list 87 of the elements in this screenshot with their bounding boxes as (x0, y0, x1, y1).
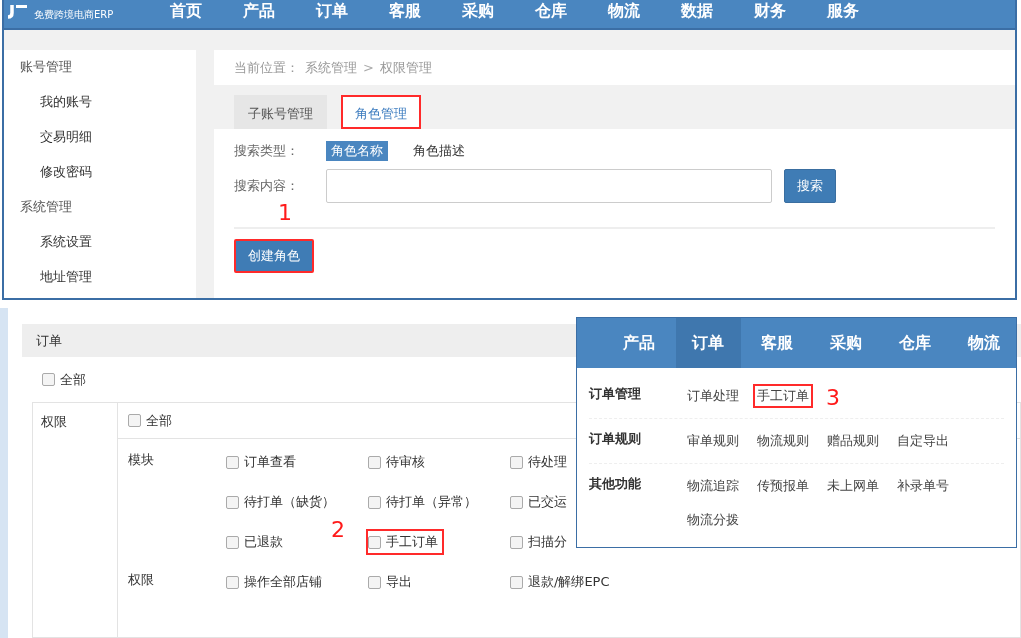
menu-link[interactable]: 物流分拨 (683, 508, 743, 532)
nav-link[interactable]: 产品 (607, 318, 672, 368)
menu-link[interactable]: 物流规则 (753, 429, 813, 453)
checkbox[interactable] (368, 535, 381, 549)
search-content-label: 搜索内容： (234, 177, 300, 195)
sidebar-item[interactable]: 交易明细 (4, 126, 196, 161)
tab[interactable]: 子账号管理 (234, 95, 327, 129)
checkbox[interactable] (128, 414, 141, 427)
sidebar-group-title[interactable]: 系统管理 (4, 196, 196, 231)
checkbox-label: 已退款 (244, 533, 283, 551)
nav-link[interactable]: 财务 (754, 0, 827, 22)
nav-link[interactable]: 首页 (170, 0, 243, 22)
checkbox[interactable] (226, 575, 239, 589)
checkbox-label: 待打单（异常） (386, 493, 477, 511)
step-number: 1 (278, 200, 292, 225)
menu-link[interactable]: 赠品规则 (823, 429, 883, 453)
checkbox[interactable] (42, 373, 55, 387)
nav-link[interactable]: 采购 (813, 318, 879, 368)
checkbox[interactable] (510, 495, 523, 509)
sidebar-item[interactable]: 修改密码 (4, 161, 196, 196)
row-label: 模块 (128, 451, 155, 469)
menu-link[interactable]: 未上网单 (823, 474, 883, 498)
checkbox-label: 待审核 (386, 453, 425, 471)
search-field[interactable] (326, 169, 772, 203)
checkbox-label: 已交运 (528, 493, 567, 511)
create-role-button[interactable]: 创建角色 (234, 239, 314, 273)
checkbox-label: 全部 (146, 411, 172, 430)
nav-link[interactable]: 仓库 (882, 318, 948, 368)
checkbox[interactable] (368, 495, 381, 509)
nav-link[interactable]: 物流 (608, 0, 681, 22)
breadcrumb-separator: > (363, 60, 374, 75)
checkbox-label: 待处理 (528, 453, 567, 471)
checkbox[interactable] (368, 575, 381, 589)
menu-link[interactable]: 物流追踪 (683, 474, 743, 498)
checkbox-label: 操作全部店铺 (244, 573, 322, 591)
nav-link[interactable]: 产品 (243, 0, 316, 22)
sidebar-group-title[interactable]: 账号管理 (4, 56, 196, 91)
menu-group-title: 订单规则 (589, 430, 642, 448)
checkbox-label: 订单查看 (244, 453, 296, 471)
row-header: 权限 (41, 414, 67, 429)
menu-link[interactable]: 传预报单 (753, 474, 813, 498)
logo-icon (6, 5, 28, 19)
checkbox-label: 手工订单 (386, 533, 438, 551)
breadcrumb-label: 当前位置： (234, 58, 299, 77)
checkbox-label: 退款/解绑EPC (528, 573, 610, 591)
search-type-option[interactable]: 角色名称 (326, 141, 388, 161)
checkbox[interactable] (510, 535, 523, 549)
search-button[interactable]: 搜索 (784, 169, 836, 203)
checkbox-label: 扫描分 (528, 533, 567, 551)
step-number: 2 (331, 517, 345, 542)
logo-tagline: 免费跨境电商ERP (34, 8, 114, 22)
breadcrumb-link[interactable]: 系统管理 (305, 58, 357, 77)
sidebar-item[interactable]: 我的账号 (4, 91, 196, 126)
breadcrumb-link[interactable]: 权限管理 (379, 58, 432, 77)
checkbox[interactable] (368, 455, 381, 469)
nav-link[interactable]: 数据 (681, 0, 754, 22)
checkbox-label: 全部 (60, 370, 86, 389)
nav-link[interactable]: 物流 (951, 318, 1016, 368)
checkbox[interactable] (510, 575, 523, 589)
nav-link[interactable]: 客服 (744, 318, 810, 368)
step-number: 3 (826, 385, 840, 410)
search-type-option[interactable]: 角色描述 (408, 141, 470, 161)
menu-link[interactable]: 自定导出 (893, 429, 953, 453)
nav-link[interactable]: 采购 (462, 0, 535, 22)
menu-link[interactable]: 订单处理 (683, 384, 743, 408)
checkbox-label: 待打单（缺货） (244, 493, 335, 511)
menu-link[interactable]: 手工订单 (753, 384, 813, 408)
menu-group-title: 其他功能 (589, 475, 642, 493)
nav-link[interactable]: 服务 (827, 0, 900, 22)
checkbox[interactable] (226, 455, 239, 469)
row-label: 权限 (128, 571, 155, 589)
menu-link[interactable]: 补录单号 (893, 474, 953, 498)
sidebar-item[interactable]: 系统设置 (4, 231, 196, 266)
checkbox[interactable] (510, 455, 523, 469)
menu-group-title: 订单管理 (589, 385, 642, 403)
menu-link[interactable]: 审单规则 (683, 429, 743, 453)
nav-link[interactable]: 仓库 (535, 0, 608, 22)
nav-link[interactable]: 订单 (675, 318, 741, 368)
checkbox[interactable] (226, 535, 239, 549)
checkbox[interactable] (226, 495, 239, 509)
nav-link[interactable]: 客服 (389, 0, 462, 22)
panel-title: 订单 (36, 331, 62, 350)
search-type-label: 搜索类型： (234, 142, 300, 160)
sidebar-item[interactable]: 地址管理 (4, 266, 196, 301)
nav-link[interactable]: 订单 (316, 0, 389, 22)
tab[interactable]: 角色管理 (341, 95, 421, 129)
checkbox-label: 导出 (386, 573, 412, 591)
